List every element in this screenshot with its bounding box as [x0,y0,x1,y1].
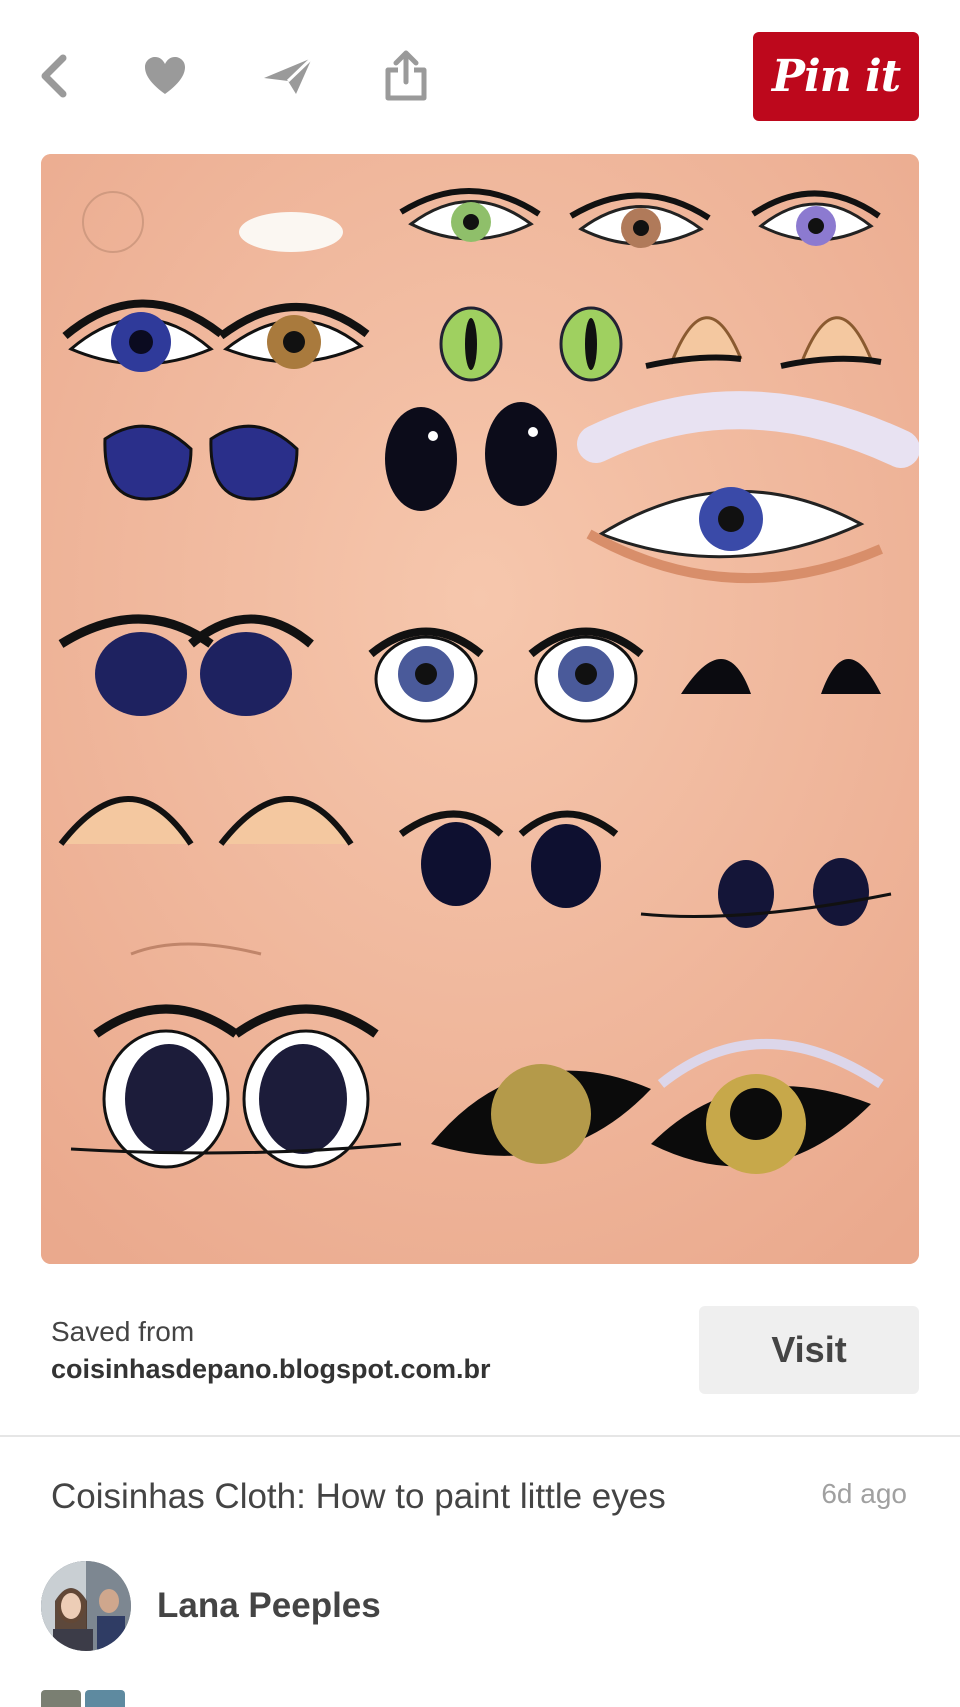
visit-button[interactable]: Visit [699,1306,919,1394]
send-button[interactable] [252,44,324,108]
heart-icon [145,57,185,94]
source-url[interactable]: coisinhasdepano.blogspot.com.br [51,1354,491,1385]
pin-it-button[interactable]: Pin it [753,32,919,121]
like-button[interactable] [129,44,201,108]
eyes-illustration [41,154,919,1264]
thumbnail[interactable] [85,1690,125,1707]
divider [0,1435,960,1437]
thumbnail[interactable] [41,1690,81,1707]
user-name[interactable]: Lana Peeples [157,1586,381,1626]
pin-image[interactable] [41,154,919,1264]
pin-it-label: Pin it [771,51,901,102]
back-icon [41,54,67,98]
pin-title: Coisinhas Cloth: How to paint little eye… [51,1477,666,1516]
send-icon [264,56,314,94]
timestamp: 6d ago [821,1478,907,1509]
user-photo [41,1561,131,1651]
saved-from-label: Saved from [51,1316,195,1347]
top-toolbar: Pin it [0,0,960,150]
avatar[interactable] [41,1561,131,1651]
share-icon [385,50,427,101]
next-content-preview [41,1690,125,1707]
back-button[interactable] [19,44,91,108]
source-info: Saved from coisinhasdepano.blogspot.com.… [51,1316,491,1385]
share-button[interactable] [370,44,442,108]
